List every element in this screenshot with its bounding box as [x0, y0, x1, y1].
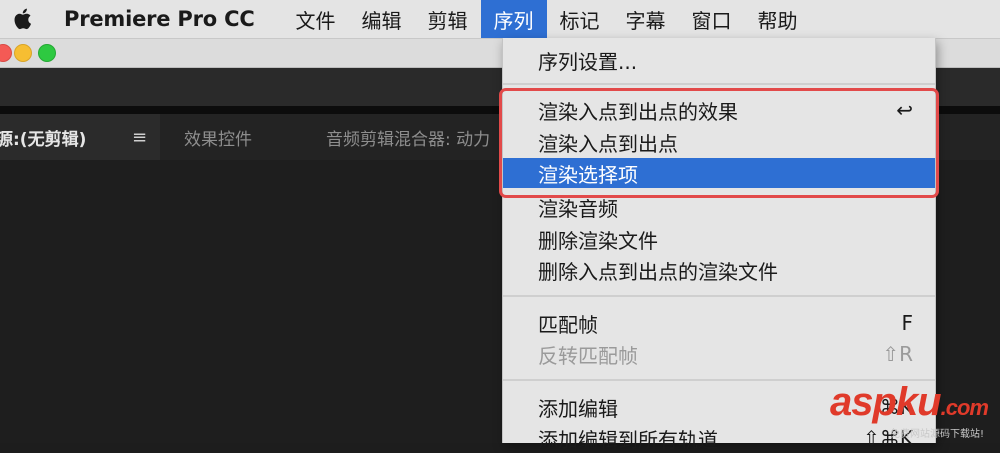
menu-title[interactable]: 字幕 — [613, 0, 679, 38]
apple-icon[interactable] — [0, 0, 44, 38]
menu-separator — [503, 83, 935, 85]
tab-source-label: 源:(无剪辑) — [0, 129, 87, 150]
menu-separator — [503, 295, 935, 297]
return-key-icon: ↩ — [896, 98, 913, 122]
menu-item-label: 添加编辑到所有轨道 — [538, 427, 718, 452]
minimize-window-icon[interactable] — [14, 44, 32, 62]
menu-item-label: 序列设置... — [538, 49, 638, 74]
menu-item-label: 删除入点到出点的渲染文件 — [538, 259, 778, 284]
menu-item-label: 渲染入点到出点 — [538, 131, 678, 156]
menu-item-match-frame[interactable]: 匹配帧 F — [503, 308, 935, 338]
panel-menu-icon[interactable]: ≡ — [132, 127, 147, 148]
menu-item-shortcut: F — [901, 311, 913, 335]
menu-item-label: 匹配帧 — [538, 312, 598, 337]
menu-item-render-effects-in-to-out[interactable]: 渲染入点到出点的效果 ↩ — [503, 95, 935, 125]
watermark-logo-suffix: .com — [940, 395, 989, 420]
watermark-subtitle: 免费网站源码下载站! — [890, 429, 985, 440]
menu-item-sequence-settings[interactable]: 序列设置... — [503, 45, 935, 75]
menu-item-render-selection[interactable]: 渲染选择项 — [503, 158, 935, 188]
menu-bar: Premiere Pro CC 文件 编辑 剪辑 序列 标记 字幕 窗口 帮助 — [0, 0, 1000, 39]
menu-item-delete-render-files-in-to-out[interactable]: 删除入点到出点的渲染文件 — [503, 255, 935, 285]
watermark: aspku.com 免费网站源码下载站! — [830, 380, 998, 442]
menu-item-shortcut: ⇧R — [882, 342, 913, 366]
tab-effect-controls[interactable]: 效果控件 — [184, 114, 252, 160]
menu-marker[interactable]: 标记 — [547, 0, 613, 38]
tab-source[interactable]: 源:(无剪辑) ≡ — [0, 114, 160, 160]
watermark-logo: aspku.com — [830, 380, 989, 425]
menu-item-label: 渲染选择项 — [538, 162, 638, 187]
menu-clip[interactable]: 剪辑 — [415, 0, 481, 38]
menu-item-label: 反转匹配帧 — [538, 343, 638, 368]
zoom-window-icon[interactable] — [38, 44, 56, 62]
menu-item-render-audio[interactable]: 渲染音频 — [503, 192, 935, 222]
menu-item-label: 删除渲染文件 — [538, 228, 658, 253]
menu-sequence[interactable]: 序列 — [480, 0, 547, 38]
menu-edit[interactable]: 编辑 — [349, 0, 415, 38]
menu-item-label: 渲染入点到出点的效果 — [538, 99, 738, 124]
menu-item-label: 渲染音频 — [538, 196, 618, 221]
app-name-menu[interactable]: Premiere Pro CC — [64, 7, 255, 31]
watermark-logo-text: aspku — [830, 380, 942, 424]
tab-audio-clip-mixer[interactable]: 音频剪辑混合器: 动力 — [326, 114, 490, 160]
close-window-icon[interactable] — [0, 44, 12, 62]
menu-item-reverse-match-frame: 反转匹配帧 ⇧R — [503, 339, 935, 369]
menu-item-delete-render-files[interactable]: 删除渲染文件 — [503, 224, 935, 254]
menu-item-render-in-to-out[interactable]: 渲染入点到出点 — [503, 127, 935, 157]
menu-help[interactable]: 帮助 — [745, 0, 811, 38]
menu-window[interactable]: 窗口 — [679, 0, 745, 38]
menu-file[interactable]: 文件 — [283, 0, 349, 38]
menu-item-label: 添加编辑 — [538, 396, 618, 421]
